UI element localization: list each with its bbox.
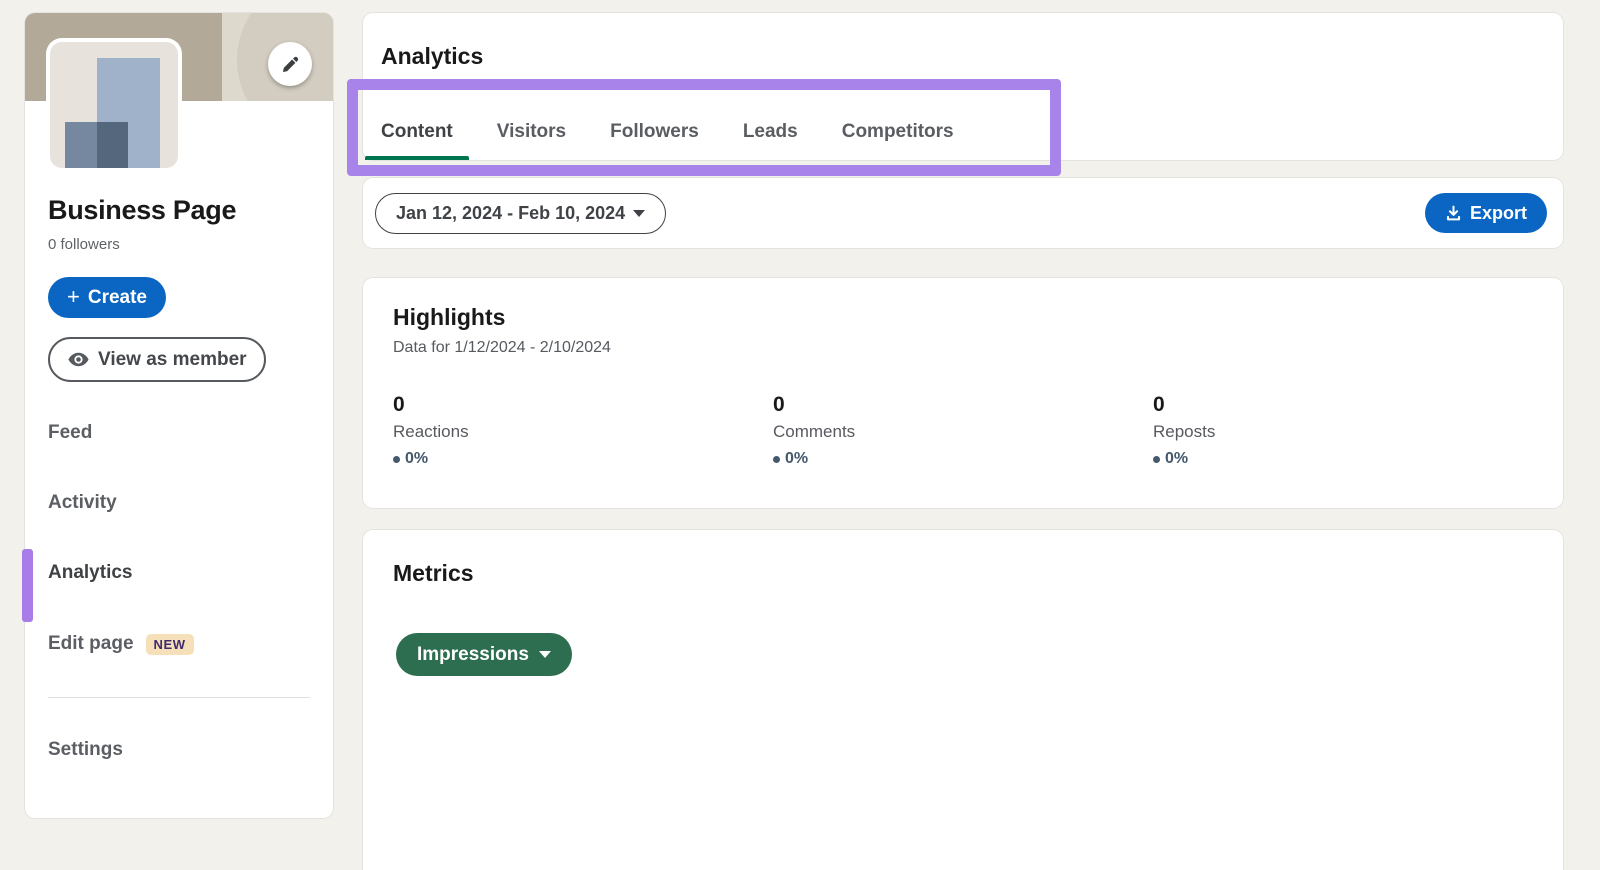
eye-icon: [67, 348, 90, 371]
delta-dot-icon: [393, 456, 400, 463]
tab-label: Leads: [743, 121, 798, 143]
sidebar-item-label: Analytics: [48, 562, 132, 584]
metrics-card: Metrics Impressions: [363, 530, 1563, 870]
chevron-down-icon: [633, 210, 645, 217]
stat-value: 0: [393, 393, 773, 417]
tab-label: Visitors: [497, 121, 566, 143]
stat-comments: 0 Comments 0%: [773, 393, 1153, 468]
tab-competitors[interactable]: Competitors: [826, 103, 970, 160]
followers-count: 0 followers: [48, 236, 120, 253]
analytics-header-card: Analytics Content Visitors Followers Lea…: [363, 13, 1563, 160]
sidebar-item-label: Feed: [48, 422, 92, 444]
analytics-tabs: Content Visitors Followers Leads Competi…: [365, 103, 982, 160]
date-range-dropdown[interactable]: Jan 12, 2024 - Feb 10, 2024: [375, 193, 666, 234]
tab-label: Followers: [610, 121, 699, 143]
metric-selector-dropdown[interactable]: Impressions: [396, 633, 572, 676]
stat-delta: 0%: [1153, 450, 1533, 468]
delta-dot-icon: [773, 456, 780, 463]
highlights-card: Highlights Data for 1/12/2024 - 2/10/202…: [363, 278, 1563, 508]
pencil-icon: [281, 55, 300, 74]
stat-value: 0: [773, 393, 1153, 417]
stat-delta: 0%: [773, 450, 1153, 468]
sidebar-item-activity[interactable]: Activity: [48, 492, 117, 514]
date-export-bar: Jan 12, 2024 - Feb 10, 2024 Export: [363, 178, 1563, 248]
plus-icon: +: [67, 286, 80, 308]
tab-label: Content: [381, 121, 453, 143]
delta-value: 0%: [785, 450, 808, 468]
stat-reactions: 0 Reactions 0%: [393, 393, 773, 468]
stat-reposts: 0 Reposts 0%: [1153, 393, 1533, 468]
page-logo: [50, 42, 178, 168]
highlights-subtitle: Data for 1/12/2024 - 2/10/2024: [393, 339, 1533, 357]
sidebar-item-edit-page[interactable]: Edit page NEW: [48, 633, 194, 655]
stat-label: Reposts: [1153, 422, 1533, 442]
export-button[interactable]: Export: [1425, 193, 1547, 233]
sidebar-item-label: Activity: [48, 492, 117, 514]
stat-label: Comments: [773, 422, 1153, 442]
create-button-label: Create: [88, 287, 147, 309]
create-button[interactable]: + Create: [48, 277, 166, 318]
view-as-member-label: View as member: [98, 349, 247, 371]
page-title: Business Page: [48, 195, 236, 226]
date-range-label: Jan 12, 2024 - Feb 10, 2024: [396, 203, 625, 224]
sidebar-divider: [48, 697, 310, 698]
tab-label: Competitors: [842, 121, 954, 143]
chevron-down-icon: [539, 651, 551, 658]
highlights-title: Highlights: [393, 304, 1533, 331]
sidebar-item-label: Settings: [48, 739, 123, 761]
tab-followers[interactable]: Followers: [594, 103, 715, 160]
export-button-label: Export: [1470, 203, 1527, 224]
metrics-title: Metrics: [393, 560, 1533, 587]
new-badge: NEW: [146, 634, 194, 655]
stat-value: 0: [1153, 393, 1533, 417]
tab-content[interactable]: Content: [365, 103, 469, 160]
page-sidebar-card: Business Page 0 followers + Create View …: [25, 13, 333, 818]
tab-visitors[interactable]: Visitors: [481, 103, 582, 160]
stat-label: Reactions: [393, 422, 773, 442]
sidebar-item-settings[interactable]: Settings: [48, 739, 123, 761]
edit-cover-button[interactable]: [268, 42, 312, 86]
active-nav-indicator: [22, 549, 33, 622]
sidebar-item-label: Edit page: [48, 633, 134, 655]
highlights-stats-row: 0 Reactions 0% 0 Comments 0% 0 Reposts 0…: [393, 393, 1533, 468]
stat-delta: 0%: [393, 450, 773, 468]
delta-dot-icon: [1153, 456, 1160, 463]
logo-bar-overlap: [97, 122, 128, 168]
view-as-member-button[interactable]: View as member: [48, 337, 266, 382]
analytics-title: Analytics: [381, 43, 483, 70]
tab-leads[interactable]: Leads: [727, 103, 814, 160]
sidebar-item-feed[interactable]: Feed: [48, 422, 92, 444]
delta-value: 0%: [405, 450, 428, 468]
sidebar-item-analytics[interactable]: Analytics: [48, 562, 132, 584]
delta-value: 0%: [1165, 450, 1188, 468]
download-icon: [1445, 205, 1462, 222]
metric-selector-label: Impressions: [417, 644, 529, 666]
